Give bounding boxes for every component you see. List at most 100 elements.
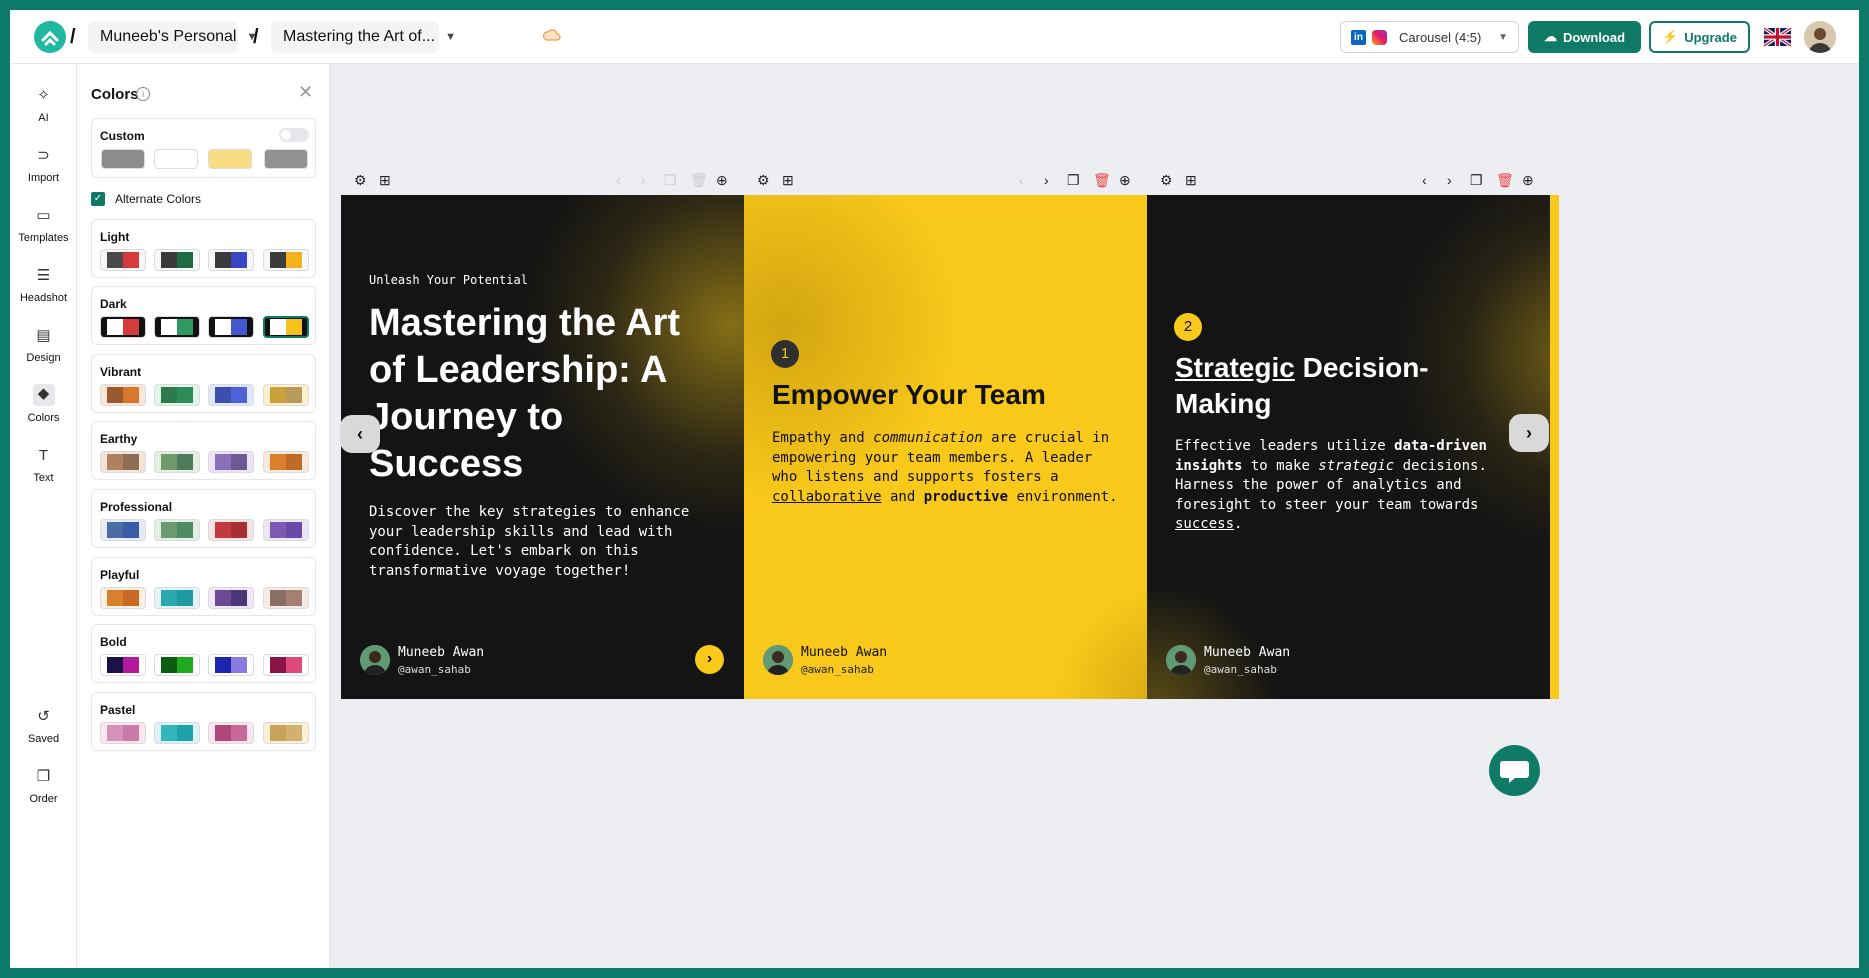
rail-item-label: Templates (18, 232, 69, 244)
palette-swatch[interactable] (154, 316, 200, 338)
next-arrow-icon[interactable]: › (695, 645, 724, 674)
palette-swatch[interactable] (263, 249, 309, 271)
custom-color-swatch[interactable] (264, 149, 308, 169)
palette-swatch[interactable] (208, 519, 254, 541)
rail-item-order[interactable]: ❐ Order (10, 767, 77, 805)
slide-4-edge (1550, 195, 1559, 699)
palette-swatch[interactable] (154, 519, 200, 541)
uk-flag-icon[interactable] (1764, 25, 1791, 49)
add-image-icon[interactable]: ⊞ (782, 172, 794, 189)
palette-color-chip (161, 252, 177, 268)
palette-swatch[interactable] (100, 451, 146, 473)
rail-item-headshot[interactable]: ☰ Headshot (10, 266, 77, 304)
slide-2[interactable]: 1 Empower Your Team Empathy and communic… (744, 195, 1147, 699)
palette-swatch[interactable] (263, 519, 309, 541)
palette-swatch-colors (215, 454, 247, 470)
add-slide-icon[interactable]: ⊕ (1522, 172, 1534, 189)
palette-swatch[interactable] (263, 316, 309, 338)
palette-swatch[interactable] (100, 249, 146, 271)
palette-group-earthy: Earthy (91, 421, 316, 480)
palette-swatch[interactable] (208, 249, 254, 271)
palette-swatch[interactable] (154, 249, 200, 271)
palette-swatch[interactable] (100, 316, 146, 338)
carousel-prev-button[interactable]: ‹ (340, 415, 380, 453)
rail-item-text[interactable]: T Text (10, 446, 77, 484)
linkedin-icon: in (1351, 29, 1366, 45)
palette-swatch[interactable] (208, 316, 254, 338)
carousel-next-button[interactable]: › (1509, 414, 1549, 452)
custom-color-swatch[interactable] (208, 149, 252, 169)
palette-color-chip (215, 522, 231, 538)
chevron-right-icon[interactable]: › (641, 172, 646, 188)
palette-swatch-colors (161, 252, 193, 268)
custom-toggle[interactable] (279, 128, 309, 142)
palette-swatch[interactable] (263, 722, 309, 744)
app-logo[interactable] (34, 21, 66, 53)
rail-item-saved[interactable]: ↺ Saved (10, 707, 77, 745)
author-handle: @awan_sahab (801, 663, 874, 676)
palette-swatch[interactable] (100, 384, 146, 406)
rail-item-templates[interactable]: ▭ Templates (10, 206, 77, 244)
palette-color-chip (161, 387, 177, 403)
palette-swatch[interactable] (208, 587, 254, 609)
chat-button[interactable] (1489, 745, 1540, 796)
palette-color-chip (123, 725, 139, 741)
palette-swatch[interactable] (208, 384, 254, 406)
adjust-icon[interactable]: ⚙ (757, 172, 770, 189)
add-image-icon[interactable]: ⊞ (379, 172, 391, 189)
chevron-right-icon[interactable]: › (1447, 172, 1452, 188)
duplicate-icon[interactable]: ❐ (664, 172, 677, 189)
rail-item-import[interactable]: ⊃ Import (10, 146, 77, 184)
format-selector[interactable]: in Carousel (4:5) ▼ (1340, 21, 1519, 53)
rail-item-design[interactable]: ▤ Design (10, 326, 77, 364)
workspace-selector[interactable]: Muneeb's Personal ▼ (88, 21, 257, 53)
palette-swatch-colors (270, 590, 302, 606)
palette-group-label: Playful (100, 568, 140, 582)
add-slide-icon[interactable]: ⊕ (716, 172, 728, 189)
custom-color-swatch[interactable] (154, 149, 198, 169)
palette-swatch[interactable] (100, 722, 146, 744)
info-icon[interactable]: i (136, 87, 150, 101)
add-image-icon[interactable]: ⊞ (1185, 172, 1197, 189)
palette-swatch[interactable] (263, 384, 309, 406)
trash-icon[interactable]: 🗑 (1496, 172, 1514, 189)
trash-icon[interactable]: 🗑 (690, 172, 708, 189)
duplicate-icon[interactable]: ❐ (1067, 172, 1080, 189)
chevron-right-icon[interactable]: › (1044, 172, 1049, 188)
chevron-left-icon[interactable]: ‹ (1019, 172, 1024, 188)
palette-swatch-colors (107, 725, 139, 741)
duplicate-icon[interactable]: ❐ (1470, 172, 1483, 189)
custom-color-swatch[interactable] (101, 149, 145, 169)
palette-swatch[interactable] (100, 587, 146, 609)
chevron-left-icon[interactable]: ‹ (1422, 172, 1427, 188)
close-icon[interactable]: ✕ (298, 82, 313, 103)
add-slide-icon[interactable]: ⊕ (1119, 172, 1131, 189)
palette-swatch[interactable] (263, 587, 309, 609)
palette-swatch[interactable] (208, 451, 254, 473)
trash-icon[interactable]: 🗑 (1093, 172, 1111, 189)
rail-item-ai[interactable]: ✧ AI (10, 86, 77, 124)
palette-swatch[interactable] (154, 451, 200, 473)
author-handle: @awan_sahab (398, 663, 471, 676)
alternate-colors-checkbox[interactable]: ✓ (91, 192, 105, 206)
slide-1[interactable]: Unleash Your Potential Mastering the Art… (341, 195, 744, 699)
chevron-left-icon[interactable]: ‹ (616, 172, 621, 188)
rail-item-colors[interactable]: ◆ Colors (10, 384, 77, 424)
user-avatar[interactable] (1804, 21, 1836, 53)
palette-swatch[interactable] (100, 654, 146, 676)
upgrade-button[interactable]: ⚡ Upgrade (1649, 21, 1750, 53)
palette-swatch[interactable] (154, 654, 200, 676)
palette-swatch[interactable] (208, 722, 254, 744)
adjust-icon[interactable]: ⚙ (354, 172, 367, 189)
document-selector[interactable]: Mastering the Art of... ▼ (271, 21, 456, 53)
slide-3[interactable]: 2 Strategic Decision-Making Effective le… (1147, 195, 1550, 699)
download-button[interactable]: ☁ Download (1528, 21, 1641, 53)
adjust-icon[interactable]: ⚙ (1160, 172, 1173, 189)
palette-swatch[interactable] (263, 654, 309, 676)
palette-swatch[interactable] (154, 722, 200, 744)
palette-swatch[interactable] (100, 519, 146, 541)
palette-swatch[interactable] (154, 384, 200, 406)
palette-swatch[interactable] (208, 654, 254, 676)
palette-swatch[interactable] (263, 451, 309, 473)
palette-swatch[interactable] (154, 587, 200, 609)
